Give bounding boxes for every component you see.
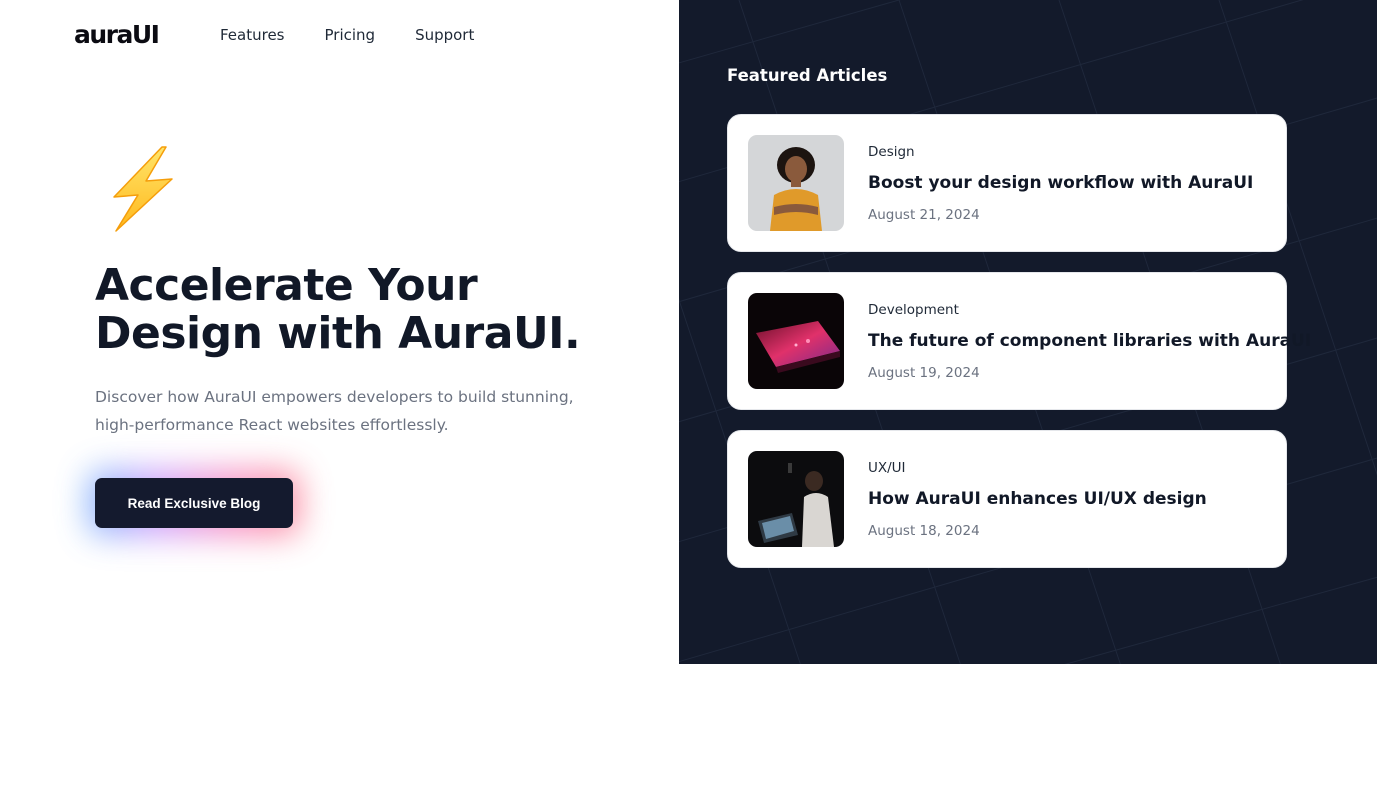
laptop-image xyxy=(748,293,844,389)
nav-support[interactable]: Support xyxy=(415,24,474,46)
hero-title: Accelerate Your Design with AuraUI. xyxy=(95,262,655,358)
article-card[interactable]: Design Boost your design workflow with A… xyxy=(727,114,1287,252)
logo[interactable]: auraUI xyxy=(74,20,160,50)
featured-articles-panel: Featured Articles Design Boost your desi… xyxy=(679,0,1377,664)
article-card[interactable]: Development The future of component libr… xyxy=(727,272,1311,410)
person-at-laptop-image xyxy=(748,451,844,547)
featured-articles-title: Featured Articles xyxy=(727,66,888,85)
article-category: Design xyxy=(868,144,915,160)
read-blog-button[interactable]: Read Exclusive Blog xyxy=(95,478,293,528)
article-date: August 18, 2024 xyxy=(868,523,980,539)
article-title[interactable]: Boost your design workflow with AuraUI xyxy=(868,170,1253,196)
article-date: August 19, 2024 xyxy=(868,365,980,381)
nav-features[interactable]: Features xyxy=(220,24,285,46)
woman-portrait-image xyxy=(748,135,844,231)
main-nav: Features Pricing Support xyxy=(220,24,474,46)
nav-pricing[interactable]: Pricing xyxy=(325,24,376,46)
article-card[interactable]: UX/UI How AuraUI enhances UI/UX design A… xyxy=(727,430,1287,568)
article-category: Development xyxy=(868,302,959,318)
hero-title-line-2: Design with AuraUI. xyxy=(95,308,581,359)
article-title[interactable]: How AuraUI enhances UI/UX design xyxy=(868,486,1207,512)
hero-title-line-1: Accelerate Your xyxy=(95,260,478,311)
article-title[interactable]: The future of component libraries with A… xyxy=(868,328,1311,354)
lightning-bolt-icon xyxy=(100,145,180,233)
hero-subtitle: Discover how AuraUI empowers developers … xyxy=(95,388,574,434)
article-date: August 21, 2024 xyxy=(868,207,980,223)
article-category: UX/UI xyxy=(868,460,906,476)
